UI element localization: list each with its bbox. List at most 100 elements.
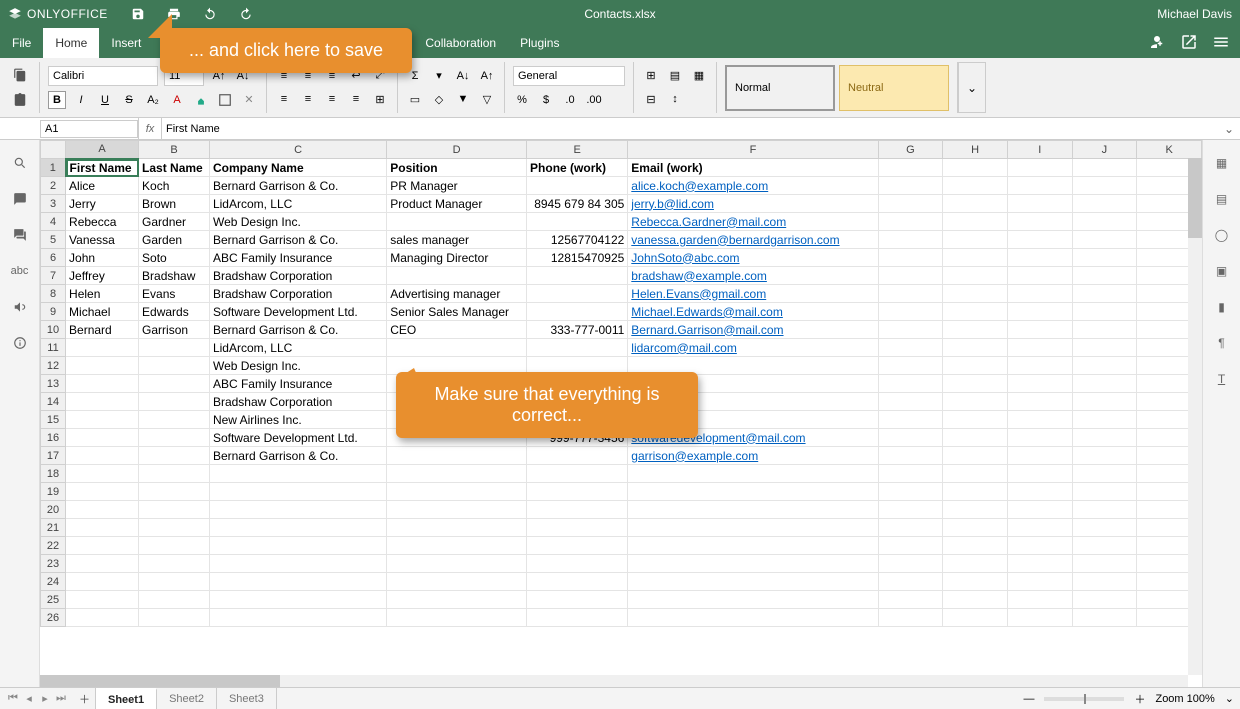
cell[interactable] xyxy=(139,429,210,447)
about-icon[interactable] xyxy=(11,334,29,352)
cell[interactable] xyxy=(878,501,943,519)
cell[interactable]: 8945 679 84 305 xyxy=(527,195,628,213)
cell[interactable]: Evans xyxy=(139,285,210,303)
cell[interactable] xyxy=(878,249,943,267)
cell[interactable] xyxy=(878,429,943,447)
email-link[interactable]: JohnSoto@abc.com xyxy=(631,251,739,265)
cell[interactable] xyxy=(527,213,628,231)
cell[interactable]: 12815470925 xyxy=(527,249,628,267)
cell[interactable] xyxy=(139,519,210,537)
cell[interactable] xyxy=(66,447,139,465)
tab-insert[interactable]: Insert xyxy=(99,28,153,58)
zoom-out-icon[interactable]: — xyxy=(1023,693,1034,705)
cell[interactable] xyxy=(878,375,943,393)
cell[interactable] xyxy=(1072,213,1137,231)
cell[interactable]: First Name xyxy=(66,159,139,177)
cell[interactable]: Michael xyxy=(66,303,139,321)
cell[interactable]: Soto xyxy=(139,249,210,267)
cell[interactable]: Jeffrey xyxy=(66,267,139,285)
cell[interactable] xyxy=(1007,321,1072,339)
row-header-25[interactable]: 25 xyxy=(41,591,66,609)
chat-icon[interactable] xyxy=(11,226,29,244)
cell[interactable] xyxy=(943,447,1008,465)
cell[interactable] xyxy=(943,177,1008,195)
row-header-4[interactable]: 4 xyxy=(41,213,66,231)
cell[interactable]: Bradshaw Corporation xyxy=(209,267,386,285)
cell[interactable]: garrison@example.com xyxy=(628,447,878,465)
save-button[interactable] xyxy=(130,6,146,22)
cell[interactable] xyxy=(628,537,878,555)
cell[interactable] xyxy=(387,213,527,231)
cell[interactable] xyxy=(1072,267,1137,285)
cell[interactable] xyxy=(628,519,878,537)
cell[interactable] xyxy=(878,483,943,501)
cell[interactable] xyxy=(66,429,139,447)
cell[interactable] xyxy=(943,519,1008,537)
cell[interactable]: New Airlines Inc. xyxy=(209,411,386,429)
cell[interactable] xyxy=(209,483,386,501)
cell[interactable] xyxy=(527,303,628,321)
tab-collaboration[interactable]: Collaboration xyxy=(413,28,508,58)
cell[interactable] xyxy=(1007,213,1072,231)
cell[interactable] xyxy=(878,519,943,537)
cell[interactable] xyxy=(628,501,878,519)
cell[interactable] xyxy=(878,195,943,213)
sort-desc-icon[interactable]: A↑ xyxy=(478,67,496,85)
search-icon[interactable] xyxy=(11,154,29,172)
cell[interactable] xyxy=(943,573,1008,591)
cell[interactable] xyxy=(527,501,628,519)
cell[interactable] xyxy=(943,555,1008,573)
cell[interactable] xyxy=(943,609,1008,627)
bold-button[interactable]: B xyxy=(48,91,66,109)
cell[interactable] xyxy=(387,555,527,573)
cell[interactable]: LidArcom, LLC xyxy=(209,339,386,357)
cell[interactable] xyxy=(387,267,527,285)
row-header-11[interactable]: 11 xyxy=(41,339,66,357)
cell[interactable] xyxy=(1072,573,1137,591)
cell[interactable] xyxy=(1072,519,1137,537)
borders-button[interactable] xyxy=(216,91,234,109)
cell[interactable]: Product Manager xyxy=(387,195,527,213)
row-header-8[interactable]: 8 xyxy=(41,285,66,303)
cell[interactable] xyxy=(628,573,878,591)
cell[interactable] xyxy=(387,609,527,627)
cell[interactable]: Position xyxy=(387,159,527,177)
cell[interactable] xyxy=(1072,285,1137,303)
cell[interactable] xyxy=(943,501,1008,519)
cell[interactable]: Bernard Garrison & Co. xyxy=(209,231,386,249)
sheet-nav-next-icon[interactable]: ▸ xyxy=(38,692,52,706)
cell[interactable] xyxy=(139,537,210,555)
cell[interactable] xyxy=(527,555,628,573)
cell[interactable] xyxy=(1072,231,1137,249)
cell[interactable]: Software Development Ltd. xyxy=(209,429,386,447)
username[interactable]: Michael Davis xyxy=(1157,7,1232,21)
cell[interactable] xyxy=(66,537,139,555)
row-header-2[interactable]: 2 xyxy=(41,177,66,195)
tab-home[interactable]: Home xyxy=(43,28,99,58)
fx-icon[interactable]: fx xyxy=(138,118,162,139)
zoom-in-icon[interactable]: ＋ xyxy=(1134,691,1145,707)
cell[interactable]: ABC Family Insurance xyxy=(209,249,386,267)
cell-style-normal[interactable]: Normal xyxy=(725,65,835,111)
cell[interactable]: Company Name xyxy=(209,159,386,177)
cell-style-neutral[interactable]: Neutral xyxy=(839,65,949,111)
cell[interactable] xyxy=(527,519,628,537)
cell[interactable] xyxy=(878,609,943,627)
cell-settings-icon[interactable]: ▦ xyxy=(1213,154,1231,172)
table-settings-icon[interactable]: ▤ xyxy=(1213,190,1231,208)
row-header-1[interactable]: 1 xyxy=(41,159,66,177)
open-location-icon[interactable] xyxy=(1180,33,1198,54)
email-link[interactable]: Helen.Evans@gmail.com xyxy=(631,287,766,301)
cell[interactable] xyxy=(209,519,386,537)
font-name-input[interactable] xyxy=(48,66,158,86)
col-header-F[interactable]: F xyxy=(628,141,878,159)
cell[interactable] xyxy=(943,249,1008,267)
cell[interactable] xyxy=(628,555,878,573)
cell[interactable] xyxy=(139,447,210,465)
cell[interactable]: Bernard Garrison & Co. xyxy=(209,321,386,339)
cell[interactable] xyxy=(943,375,1008,393)
cell[interactable]: alice.koch@example.com xyxy=(628,177,878,195)
cell[interactable] xyxy=(943,339,1008,357)
cell[interactable] xyxy=(66,591,139,609)
cell[interactable] xyxy=(878,339,943,357)
